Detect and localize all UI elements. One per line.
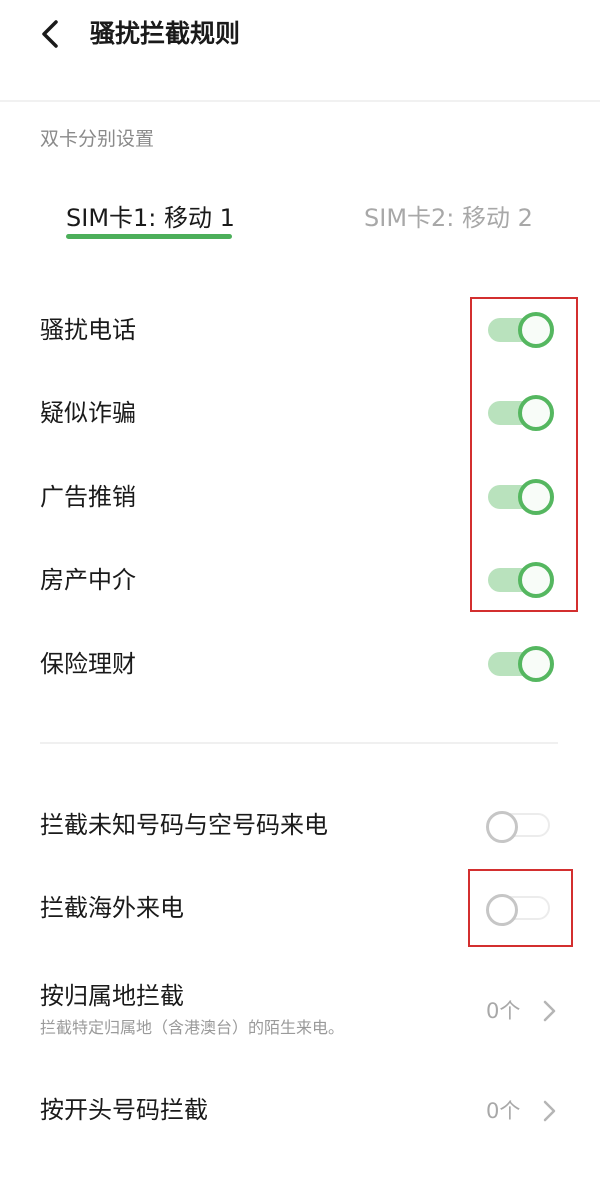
toggle-knob: [518, 479, 554, 515]
toggle-switch[interactable]: [486, 310, 556, 350]
setting-label: 房产中介: [40, 566, 136, 594]
setting-label: 拦截未知号码与空号码来电: [40, 811, 328, 839]
toggle-switch[interactable]: [486, 393, 556, 433]
setting-label: 保险理财: [40, 650, 136, 678]
setting-label: 拦截海外来电: [40, 894, 184, 922]
header: 骚扰拦截规则: [0, 0, 600, 102]
toggle-knob: [518, 562, 554, 598]
setting-row-overseas-calls: 拦截海外来电: [0, 866, 600, 950]
nav-title: 按归属地拦截: [40, 982, 184, 1010]
chevron-right-icon: [543, 1100, 556, 1122]
chevron-right-icon: [543, 1000, 556, 1022]
setting-row-fraud: 疑似诈骗: [0, 371, 600, 455]
divider: [40, 742, 558, 744]
nav-value: 0个: [486, 1099, 521, 1123]
toggle-knob: [518, 646, 554, 682]
toggle-knob: [486, 894, 518, 926]
toggle-knob: [518, 312, 554, 348]
setting-row-real-estate: 房产中介: [0, 538, 600, 622]
page-title: 骚扰拦截规则: [90, 19, 241, 48]
setting-row-unknown-numbers: 拦截未知号码与空号码来电: [0, 783, 600, 867]
app-root: 骚扰拦截规则 双卡分别设置 SIM卡1: 移动 1 SIM卡2: 移动 2 骚扰…: [0, 0, 600, 1184]
nav-row-by-region[interactable]: 按归属地拦截 拦截特定归属地（含港澳台）的陌生来电。 0个: [0, 966, 600, 1046]
toggle-knob: [518, 395, 554, 431]
toggle-switch[interactable]: [486, 644, 556, 684]
setting-row-harassment: 骚扰电话: [0, 288, 600, 372]
toggle-switch[interactable]: [486, 888, 556, 928]
chevron-left-icon: [42, 20, 58, 48]
setting-row-advertising: 广告推销: [0, 455, 600, 539]
active-tab-indicator: [66, 234, 232, 239]
nav-value: 0个: [486, 999, 521, 1023]
toggle-switch[interactable]: [486, 805, 556, 845]
nav-subtitle: 拦截特定归属地（含港澳台）的陌生来电。: [40, 1018, 345, 1037]
back-button[interactable]: [30, 14, 70, 54]
setting-row-insurance: 保险理财: [0, 622, 600, 706]
toggle-switch[interactable]: [486, 560, 556, 600]
nav-title: 按开头号码拦截: [40, 1096, 208, 1124]
section-label: 双卡分别设置: [40, 128, 155, 150]
nav-row-by-prefix[interactable]: 按开头号码拦截 0个: [0, 1072, 600, 1152]
setting-label: 骚扰电话: [40, 316, 136, 344]
tab-sim2[interactable]: SIM卡2: 移动 2: [364, 198, 533, 242]
toggle-knob: [486, 811, 518, 843]
setting-label: 广告推销: [40, 483, 136, 511]
toggle-switch[interactable]: [486, 477, 556, 517]
setting-label: 疑似诈骗: [40, 399, 136, 427]
